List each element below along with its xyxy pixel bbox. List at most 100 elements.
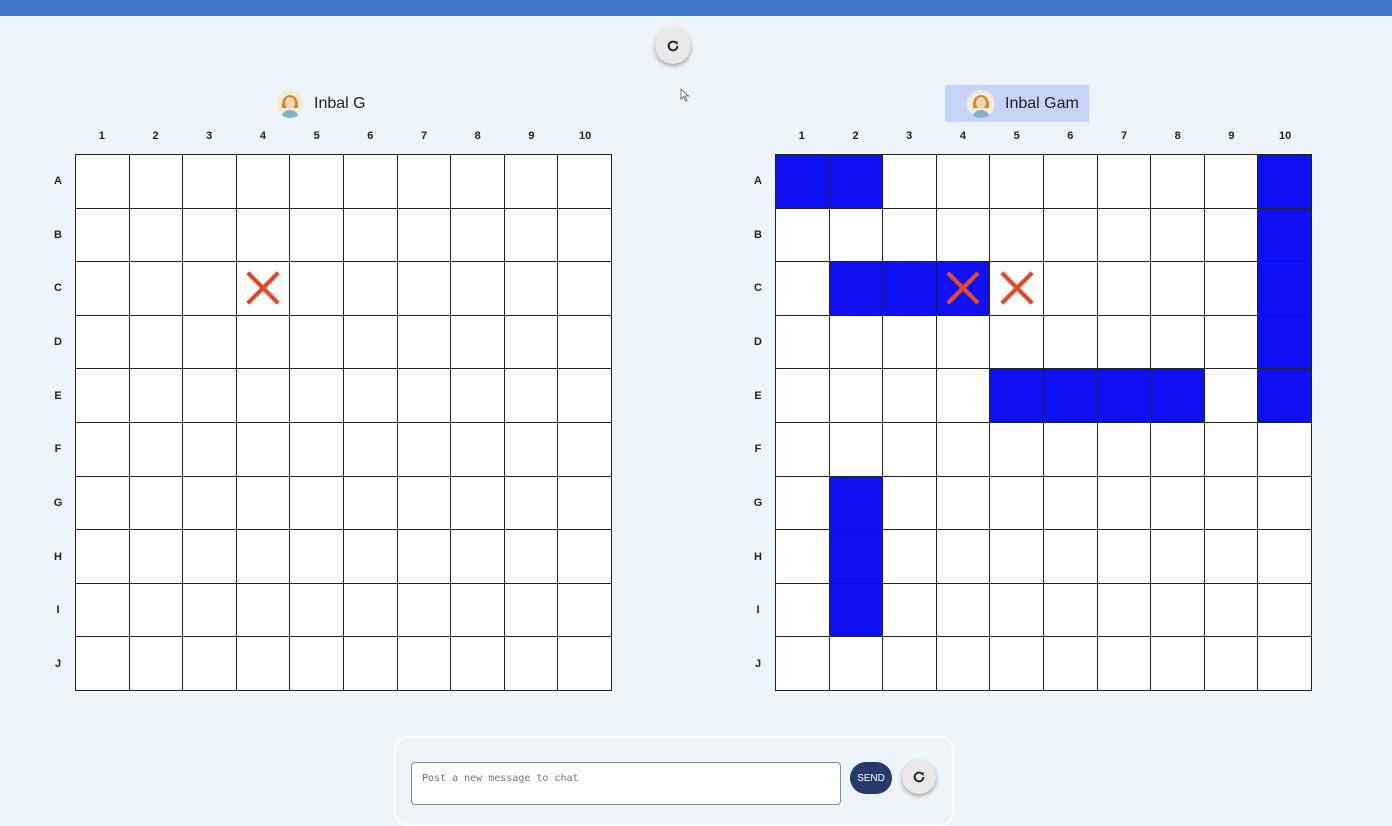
board-cell-f2[interactable] xyxy=(129,422,184,477)
board-cell-g1[interactable] xyxy=(776,476,830,531)
board-cell-a2[interactable] xyxy=(829,155,884,209)
board-cell-b2[interactable] xyxy=(829,208,884,263)
board-cell-c6[interactable] xyxy=(1043,262,1098,316)
board-cell-g3[interactable] xyxy=(883,476,937,531)
board-cell-c4[interactable] xyxy=(936,262,991,316)
board-cell-b8[interactable] xyxy=(1151,208,1205,263)
board-cell-g8[interactable] xyxy=(451,476,505,531)
board-cell-d6[interactable] xyxy=(343,315,398,370)
board-cell-b1[interactable] xyxy=(776,208,830,263)
board-cell-a7[interactable] xyxy=(397,155,452,209)
board-cell-h8[interactable] xyxy=(451,530,505,584)
board-cell-e7[interactable] xyxy=(397,369,452,423)
board-cell-e10[interactable] xyxy=(558,369,612,423)
board-cell-c4[interactable] xyxy=(236,262,291,316)
board-cell-i6[interactable] xyxy=(1043,583,1098,638)
board-cell-g5[interactable] xyxy=(290,476,344,531)
board-cell-h4[interactable] xyxy=(236,530,291,584)
board-cell-c3[interactable] xyxy=(883,262,937,316)
board-cell-c8[interactable] xyxy=(1151,262,1205,316)
board-cell-e5[interactable] xyxy=(290,369,344,423)
board-cell-f3[interactable] xyxy=(883,422,937,477)
board-cell-g2[interactable] xyxy=(829,476,884,531)
board-cell-g6[interactable] xyxy=(1043,476,1098,531)
board-cell-d9[interactable] xyxy=(504,315,559,370)
board-cell-b6[interactable] xyxy=(1043,208,1098,263)
board-cell-f4[interactable] xyxy=(936,422,991,477)
board-cell-b10[interactable] xyxy=(558,208,612,263)
board-cell-e6[interactable] xyxy=(1043,369,1098,423)
board-cell-c1[interactable] xyxy=(76,262,130,316)
board-cell-d7[interactable] xyxy=(1097,315,1152,370)
board-cell-d5[interactable] xyxy=(990,315,1044,370)
board-cell-h10[interactable] xyxy=(1258,530,1312,584)
board-cell-j3[interactable] xyxy=(183,637,237,691)
board-cell-a1[interactable] xyxy=(76,155,130,209)
board-cell-j8[interactable] xyxy=(1151,637,1205,691)
board-cell-e2[interactable] xyxy=(829,369,884,423)
board-cell-a6[interactable] xyxy=(1043,155,1098,209)
board-cell-j1[interactable] xyxy=(76,637,130,691)
board-cell-e4[interactable] xyxy=(236,369,291,423)
board-cell-d10[interactable] xyxy=(1258,315,1312,370)
board-cell-a4[interactable] xyxy=(936,155,991,209)
board-cell-i3[interactable] xyxy=(183,583,237,638)
board-cell-f7[interactable] xyxy=(397,422,452,477)
board-cell-b4[interactable] xyxy=(236,208,291,263)
board-cell-h8[interactable] xyxy=(1151,530,1205,584)
board-cell-c2[interactable] xyxy=(129,262,184,316)
board-cell-d6[interactable] xyxy=(1043,315,1098,370)
board-cell-d8[interactable] xyxy=(1151,315,1205,370)
board-cell-i9[interactable] xyxy=(504,583,559,638)
board-cell-d7[interactable] xyxy=(397,315,452,370)
board-cell-j9[interactable] xyxy=(1204,637,1259,691)
board-cell-b5[interactable] xyxy=(290,208,344,263)
board-cell-g7[interactable] xyxy=(1097,476,1152,531)
board-cell-e3[interactable] xyxy=(883,369,937,423)
board-cell-a4[interactable] xyxy=(236,155,291,209)
board-cell-j10[interactable] xyxy=(558,637,612,691)
board-cell-i7[interactable] xyxy=(397,583,452,638)
board-cell-h2[interactable] xyxy=(829,530,884,584)
board-cell-b5[interactable] xyxy=(990,208,1044,263)
board-cell-h6[interactable] xyxy=(343,530,398,584)
board-cell-h7[interactable] xyxy=(1097,530,1152,584)
board-cell-a8[interactable] xyxy=(451,155,505,209)
board-cell-d1[interactable] xyxy=(776,315,830,370)
board-cell-a8[interactable] xyxy=(1151,155,1205,209)
board-cell-f9[interactable] xyxy=(504,422,559,477)
board-cell-g10[interactable] xyxy=(558,476,612,531)
board-cell-d3[interactable] xyxy=(183,315,237,370)
board-cell-f6[interactable] xyxy=(1043,422,1098,477)
board-cell-e4[interactable] xyxy=(936,369,991,423)
board-cell-c7[interactable] xyxy=(397,262,452,316)
board-cell-i6[interactable] xyxy=(343,583,398,638)
board-cell-f10[interactable] xyxy=(558,422,612,477)
board-cell-h3[interactable] xyxy=(883,530,937,584)
board-cell-c10[interactable] xyxy=(1258,262,1312,316)
board-cell-g6[interactable] xyxy=(343,476,398,531)
board-cell-g5[interactable] xyxy=(990,476,1044,531)
board-cell-c8[interactable] xyxy=(451,262,505,316)
board-cell-f2[interactable] xyxy=(829,422,884,477)
board-cell-h7[interactable] xyxy=(397,530,452,584)
board-cell-d10[interactable] xyxy=(558,315,612,370)
board-cell-j3[interactable] xyxy=(883,637,937,691)
board-cell-c7[interactable] xyxy=(1097,262,1152,316)
board-cell-c2[interactable] xyxy=(829,262,884,316)
board-cell-h1[interactable] xyxy=(76,530,130,584)
board-cell-b7[interactable] xyxy=(1097,208,1152,263)
board-cell-b1[interactable] xyxy=(76,208,130,263)
board-cell-b4[interactable] xyxy=(936,208,991,263)
board-cell-i4[interactable] xyxy=(236,583,291,638)
board-cell-i5[interactable] xyxy=(290,583,344,638)
board-cell-d9[interactable] xyxy=(1204,315,1259,370)
chat-refresh-button[interactable] xyxy=(902,760,936,794)
board-cell-i9[interactable] xyxy=(1204,583,1259,638)
board-cell-c5[interactable] xyxy=(290,262,344,316)
board-cell-h5[interactable] xyxy=(990,530,1044,584)
board-cell-a7[interactable] xyxy=(1097,155,1152,209)
board-cell-h4[interactable] xyxy=(936,530,991,584)
board-cell-e1[interactable] xyxy=(776,369,830,423)
board-cell-j8[interactable] xyxy=(451,637,505,691)
